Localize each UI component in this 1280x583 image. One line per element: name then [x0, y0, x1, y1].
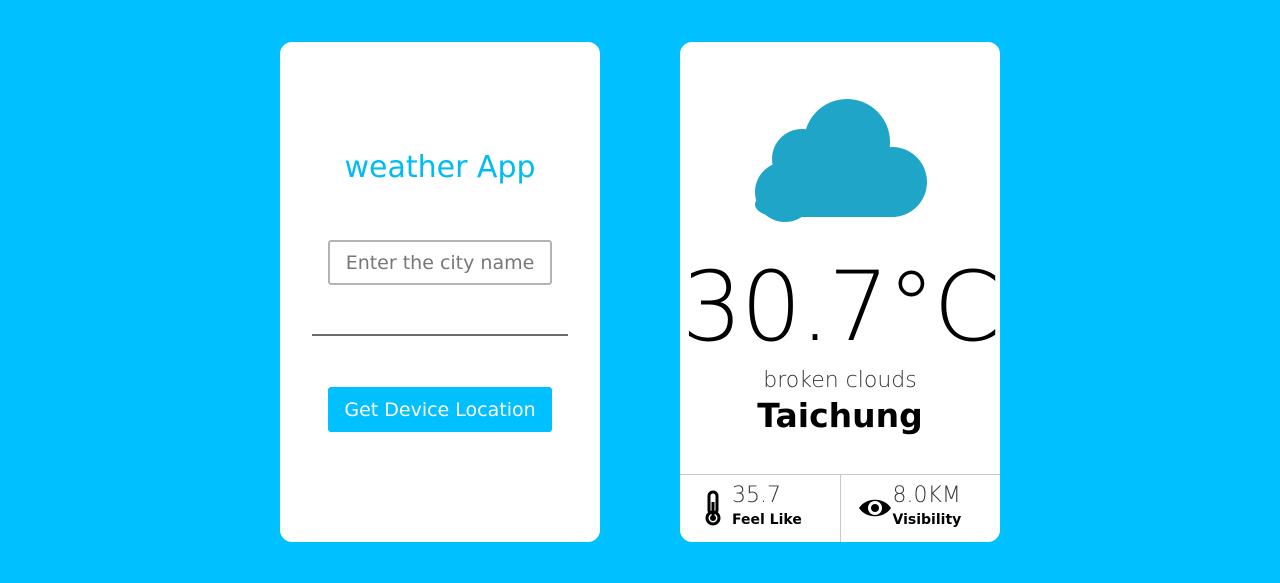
- city-search-input[interactable]: [328, 240, 552, 285]
- weather-details-bar: 35.7 Feel Like 8.0KM Visibility: [680, 474, 1000, 542]
- temperature: 30.7°C: [681, 251, 1000, 363]
- divider: [312, 334, 568, 336]
- visibility-value: 8.0KM: [892, 483, 961, 508]
- search-card: weather App Get Device Location: [280, 42, 600, 542]
- get-device-location-button[interactable]: Get Device Location: [328, 387, 552, 432]
- feels-like-value: 35.7: [732, 483, 781, 508]
- city-name: Taichung: [757, 396, 923, 435]
- weather-card: 30.7°C broken clouds Taichung 35.7 Feel …: [680, 42, 1000, 542]
- eye-icon: [858, 499, 891, 517]
- thermometer-icon: [705, 490, 721, 526]
- cloud-icon: [755, 99, 927, 222]
- weather-description: broken clouds: [763, 368, 917, 393]
- visibility-label: Visibility: [892, 512, 962, 528]
- visibility-stat: 8.0KM Visibility: [839, 475, 1001, 542]
- feels-like-stat: 35.7 Feel Like: [680, 475, 840, 542]
- app-title: weather App: [344, 150, 536, 185]
- feels-like-label: Feel Like: [732, 512, 802, 528]
